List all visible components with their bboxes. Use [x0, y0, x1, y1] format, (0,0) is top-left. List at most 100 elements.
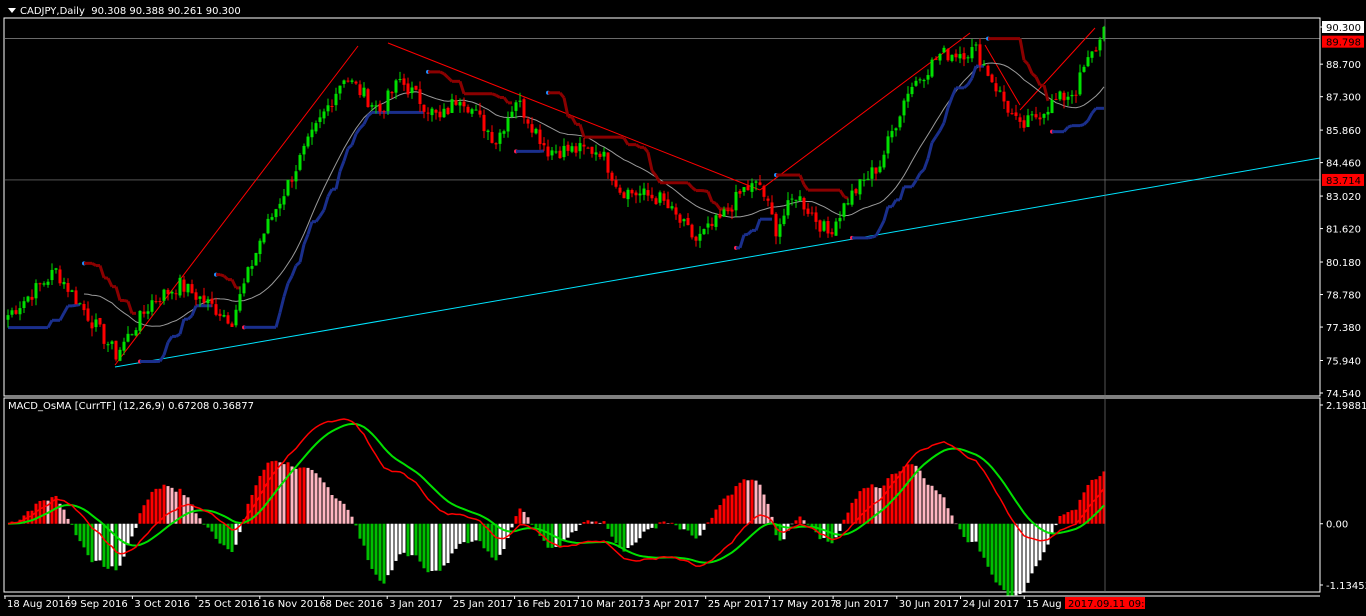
candle-body — [890, 131, 894, 138]
candle-body — [730, 209, 734, 212]
candle-body — [174, 293, 178, 295]
candle-body — [202, 295, 206, 303]
osma-histogram-bar — [1018, 523, 1022, 594]
candle-body — [510, 111, 514, 118]
candle-body — [722, 209, 726, 217]
candle-body — [278, 203, 282, 209]
osma-histogram-bar — [66, 518, 70, 524]
osma-histogram-bar — [290, 466, 294, 524]
trailing-stop-segment — [1067, 124, 1073, 129]
candle-body — [94, 319, 98, 328]
candle-body — [446, 107, 450, 115]
trailing-stop-segment — [635, 143, 641, 149]
osma-histogram-bar — [146, 499, 150, 524]
candle-body — [726, 210, 730, 212]
candle-body — [1014, 112, 1018, 116]
candle-body — [686, 217, 690, 226]
candle-body — [326, 105, 330, 112]
trailing-stop-segment — [1079, 122, 1085, 128]
osma-histogram-bar — [318, 477, 322, 524]
candle-body — [598, 153, 602, 157]
candle-body — [242, 283, 246, 294]
osma-histogram-bar — [842, 519, 846, 524]
osma-histogram-bar — [138, 513, 142, 524]
osma-histogram-bar — [310, 469, 314, 524]
candle-body — [138, 310, 142, 331]
osma-histogram-bar — [78, 523, 82, 542]
trailing-stop-segment — [175, 332, 181, 338]
osma-histogram-bar — [354, 523, 358, 526]
candle-body — [426, 112, 430, 114]
candle-body — [442, 108, 446, 118]
candle-body — [810, 212, 814, 214]
candle-body — [1082, 66, 1086, 72]
candle-body — [626, 189, 630, 200]
candle-body — [650, 194, 654, 199]
osma-histogram-bar — [718, 505, 722, 524]
trailing-stop-segment — [222, 274, 230, 281]
candle-body — [22, 301, 26, 309]
candle-body — [114, 340, 118, 360]
osma-histogram-bar — [370, 523, 374, 569]
candle-body — [846, 203, 850, 205]
candle-body — [862, 179, 866, 181]
candle-body — [1034, 114, 1038, 118]
osma-histogram-bar — [958, 523, 962, 530]
candle-body — [294, 171, 298, 182]
date-tick-label: 10 Mar 2017 — [580, 599, 643, 610]
osma-histogram-bar — [406, 523, 410, 557]
candle-body — [662, 193, 666, 201]
candle-body — [878, 166, 882, 173]
candle-body — [550, 150, 554, 156]
osma-histogram-bar — [234, 523, 238, 545]
osma-histogram-bar — [266, 462, 270, 524]
trailing-stop-segment — [1026, 63, 1034, 75]
osma-histogram-bar — [546, 523, 550, 548]
osma-histogram-bar — [962, 523, 966, 538]
osma-histogram-bar — [634, 523, 638, 543]
candle-body — [558, 150, 562, 159]
trailing-stop-segment — [278, 296, 286, 313]
macd-tick-label: 2.19881 — [1326, 401, 1366, 412]
osma-histogram-bar — [338, 500, 342, 524]
osma-histogram-bar — [746, 480, 750, 524]
osma-histogram-bar — [382, 523, 386, 584]
trailing-stop-segment — [622, 137, 630, 146]
candle-body — [746, 185, 750, 191]
osma-histogram-bar — [694, 523, 698, 539]
osma-histogram-bar — [642, 523, 646, 532]
osma-histogram-bar — [618, 523, 622, 548]
candle-body — [678, 214, 682, 223]
osma-histogram-bar — [206, 523, 210, 528]
candle-body — [254, 252, 258, 266]
candle-body — [258, 240, 262, 255]
price-chart[interactable]: 90.300 88.700 87.300 85.860 84.460 83.020 81.6… — [0, 0, 1366, 616]
candle-body — [982, 64, 986, 66]
trailing-stop-segment — [190, 305, 198, 317]
osma-histogram-bar — [258, 475, 262, 524]
osma-histogram-bar — [886, 478, 890, 524]
trailing-stop-segment — [567, 115, 573, 119]
trailing-stop-segment — [754, 218, 762, 231]
trailing-stop-segment — [346, 143, 354, 150]
candle-body — [838, 217, 842, 222]
osma-histogram-bar — [626, 523, 630, 548]
candle-body — [622, 192, 626, 199]
candle-body — [826, 221, 830, 234]
macd-frame — [3, 397, 1321, 593]
trailing-stop-segment — [1018, 38, 1026, 61]
osma-histogram-bar — [186, 497, 190, 524]
osma-histogram-bar — [902, 466, 906, 524]
osma-histogram-bar — [230, 523, 234, 552]
osma-histogram-bar — [1066, 512, 1070, 524]
candle-body — [1042, 113, 1046, 118]
candle-body — [322, 111, 326, 119]
candle-body — [374, 105, 378, 107]
candle-body — [1046, 111, 1050, 115]
candle-body — [714, 215, 718, 227]
candle-body — [454, 100, 458, 105]
candle-body — [974, 44, 978, 46]
trailing-stop-segment — [123, 299, 129, 303]
trailing-stop-segment — [1042, 84, 1050, 102]
trailing-stop-segment — [298, 243, 306, 263]
